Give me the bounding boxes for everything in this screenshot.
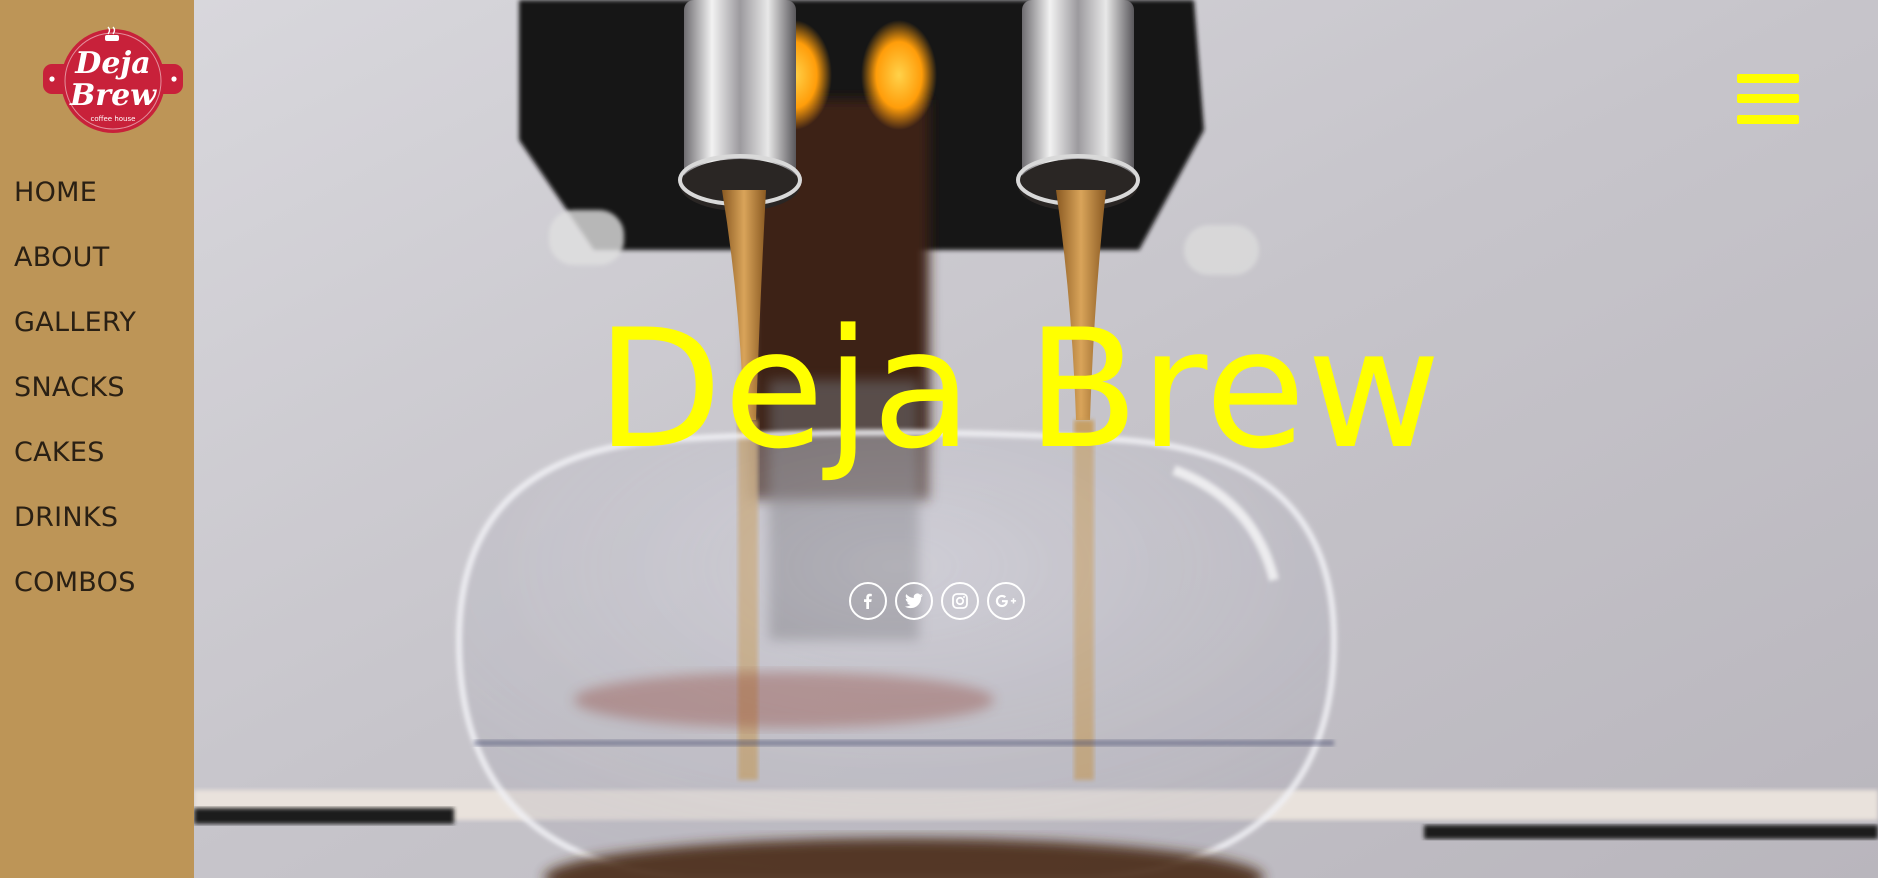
hamburger-menu-icon[interactable] bbox=[1737, 74, 1801, 126]
twitter-icon[interactable] bbox=[895, 582, 933, 620]
facebook-glyph bbox=[864, 593, 872, 609]
google-plus-glyph bbox=[995, 594, 1017, 608]
menu-bar bbox=[1737, 115, 1799, 124]
nav-item-about[interactable]: ABOUT bbox=[14, 235, 136, 300]
menu-bar bbox=[1737, 94, 1799, 103]
menu-bar bbox=[1737, 74, 1799, 83]
logo[interactable]: Deja Brew coffee house bbox=[43, 26, 183, 134]
nav-item-snacks[interactable]: SNACKS bbox=[14, 365, 136, 430]
nav-item-gallery[interactable]: GALLERY bbox=[14, 300, 136, 365]
sidebar-nav: HOME ABOUT GALLERY SNACKS CAKES DRINKS C… bbox=[14, 170, 136, 625]
hero-section: Deja Brew bbox=[194, 0, 1878, 878]
logo-text-line1: Deja bbox=[74, 46, 150, 81]
nav-item-cakes[interactable]: CAKES bbox=[14, 430, 136, 495]
logo-tagline: coffee house bbox=[91, 115, 136, 123]
hero-title: Deja Brew bbox=[596, 294, 1442, 485]
nav-item-combos[interactable]: COMBOS bbox=[14, 560, 136, 625]
page: Deja Brew coffee house HOME ABOUT GALLER… bbox=[0, 0, 1878, 878]
google-plus-icon[interactable] bbox=[987, 582, 1025, 620]
sidebar: Deja Brew coffee house HOME ABOUT GALLER… bbox=[0, 0, 194, 878]
facebook-icon[interactable] bbox=[849, 582, 887, 620]
social-links bbox=[849, 582, 1025, 620]
nav-item-home[interactable]: HOME bbox=[14, 170, 136, 235]
logo-badge: Deja Brew coffee house bbox=[43, 26, 183, 133]
instagram-icon[interactable] bbox=[941, 582, 979, 620]
twitter-glyph bbox=[905, 593, 923, 609]
logo-text-line2: Brew bbox=[69, 78, 157, 113]
instagram-glyph bbox=[952, 593, 968, 609]
nav-item-drinks[interactable]: DRINKS bbox=[14, 495, 136, 560]
